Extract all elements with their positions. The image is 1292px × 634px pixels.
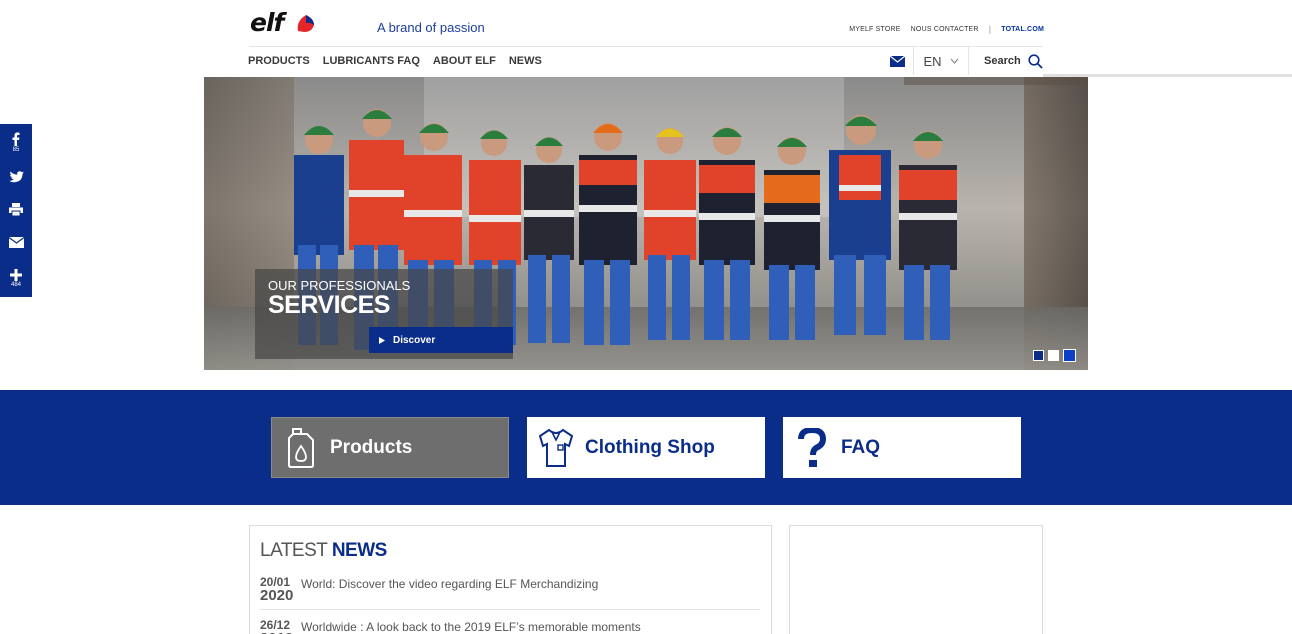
slider-pagination <box>1033 349 1076 362</box>
oil-can-icon <box>288 427 314 468</box>
news-headline[interactable]: World: Discover the video regarding ELF … <box>301 577 598 591</box>
chevron-down-icon <box>950 58 958 64</box>
top-links: MYELF STORE NOUS CONTACTER | TOTAL.COM <box>849 24 1044 34</box>
hero-caption: OUR PROFESSIONALS SERVICES Discover <box>255 269 513 359</box>
newsletter-button[interactable] <box>882 47 914 75</box>
slider-dot-1[interactable] <box>1033 350 1044 361</box>
print-share[interactable] <box>0 193 32 226</box>
envelope-icon <box>890 55 905 67</box>
envelope-icon <box>8 237 24 248</box>
plus-icon <box>10 268 22 281</box>
latest-news-heading-bold: NEWS <box>331 540 388 561</box>
news-date: 26/12 2019 <box>260 619 300 634</box>
printer-icon <box>9 203 23 216</box>
clothing-shop-tile-label: Clothing Shop <box>585 436 715 458</box>
worker-figure <box>764 137 820 340</box>
logo-drop-icon <box>297 15 314 32</box>
nav-about-elf[interactable]: ABOUT ELF <box>433 55 496 67</box>
toplink-total[interactable]: TOTAL.COM <box>1001 26 1044 33</box>
question-mark-icon <box>798 427 826 467</box>
facebook-count: 85 <box>12 146 20 153</box>
header-tools: EN Search <box>882 47 1043 75</box>
latest-news-panel: LATEST NEWS 20/01 2020 World: Discover t… <box>249 525 772 634</box>
elf-logo[interactable]: elf <box>250 8 318 37</box>
play-triangle-icon <box>379 336 385 344</box>
toplink-contact[interactable]: NOUS CONTACTER <box>911 26 979 33</box>
discover-button[interactable]: Discover <box>369 327 513 353</box>
worker-figure <box>579 123 637 345</box>
nav-news[interactable]: NEWS <box>509 55 542 67</box>
slider-dot-2[interactable] <box>1048 350 1059 361</box>
news-date: 20/01 2020 <box>260 576 300 603</box>
worker-figure <box>524 137 574 343</box>
share-count: 484 <box>10 281 21 288</box>
nav-lubricants-faq[interactable]: LUBRICANTS FAQ <box>323 55 420 67</box>
email-share[interactable] <box>0 226 32 259</box>
toplink-separator: | <box>988 24 992 34</box>
products-tile-label: Products <box>330 436 413 458</box>
logo-wordmark: elf <box>250 8 284 37</box>
clothing-shop-tile[interactable]: Clothing Shop <box>527 417 765 478</box>
news-date-year: 2020 <box>260 587 294 604</box>
facebook-icon <box>12 131 20 146</box>
brand-tagline: A brand of passion <box>377 20 485 35</box>
hero-title: SERVICES <box>268 291 390 319</box>
search-button[interactable]: Search <box>969 47 1043 75</box>
nav-products[interactable]: PRODUCTS <box>248 55 310 67</box>
quick-links-band: Products Clothing Shop FAQ <box>0 390 1292 505</box>
search-label: Search <box>984 55 1021 67</box>
more-share[interactable]: 484 <box>0 259 32 297</box>
worker-figure <box>829 115 891 335</box>
hero-beam <box>904 77 1084 85</box>
facebook-share[interactable]: 85 <box>0 124 32 160</box>
toplink-myelf-store[interactable]: MYELF STORE <box>849 26 900 33</box>
faq-tile-label: FAQ <box>841 436 881 458</box>
social-share-bar: 85 484 <box>0 124 32 297</box>
side-promo-panel <box>789 525 1043 634</box>
latest-news-heading-light: LATEST <box>260 540 328 561</box>
main-nav: PRODUCTS LUBRICANTS FAQ ABOUT ELF NEWS <box>248 55 542 67</box>
news-divider <box>260 609 760 610</box>
faq-tile[interactable]: FAQ <box>783 417 1021 478</box>
twitter-icon <box>8 170 24 182</box>
polo-shirt-icon <box>538 428 574 467</box>
slider-dot-3[interactable] <box>1063 349 1076 362</box>
worker-figure <box>899 131 957 340</box>
language-selector[interactable]: EN <box>914 47 969 75</box>
discover-label: Discover <box>393 334 436 346</box>
search-icon <box>1028 53 1043 69</box>
twitter-share[interactable] <box>0 160 32 193</box>
latest-news-heading: LATEST NEWS <box>260 540 387 562</box>
language-value: EN <box>923 53 942 69</box>
news-headline[interactable]: Worldwide : A look back to the 2019 ELF’… <box>301 620 641 634</box>
products-tile[interactable]: Products <box>271 417 509 478</box>
worker-figure <box>699 127 755 340</box>
hero-slider[interactable]: OUR PROFESSIONALS SERVICES Discover <box>204 77 1088 370</box>
worker-figure <box>644 128 696 340</box>
